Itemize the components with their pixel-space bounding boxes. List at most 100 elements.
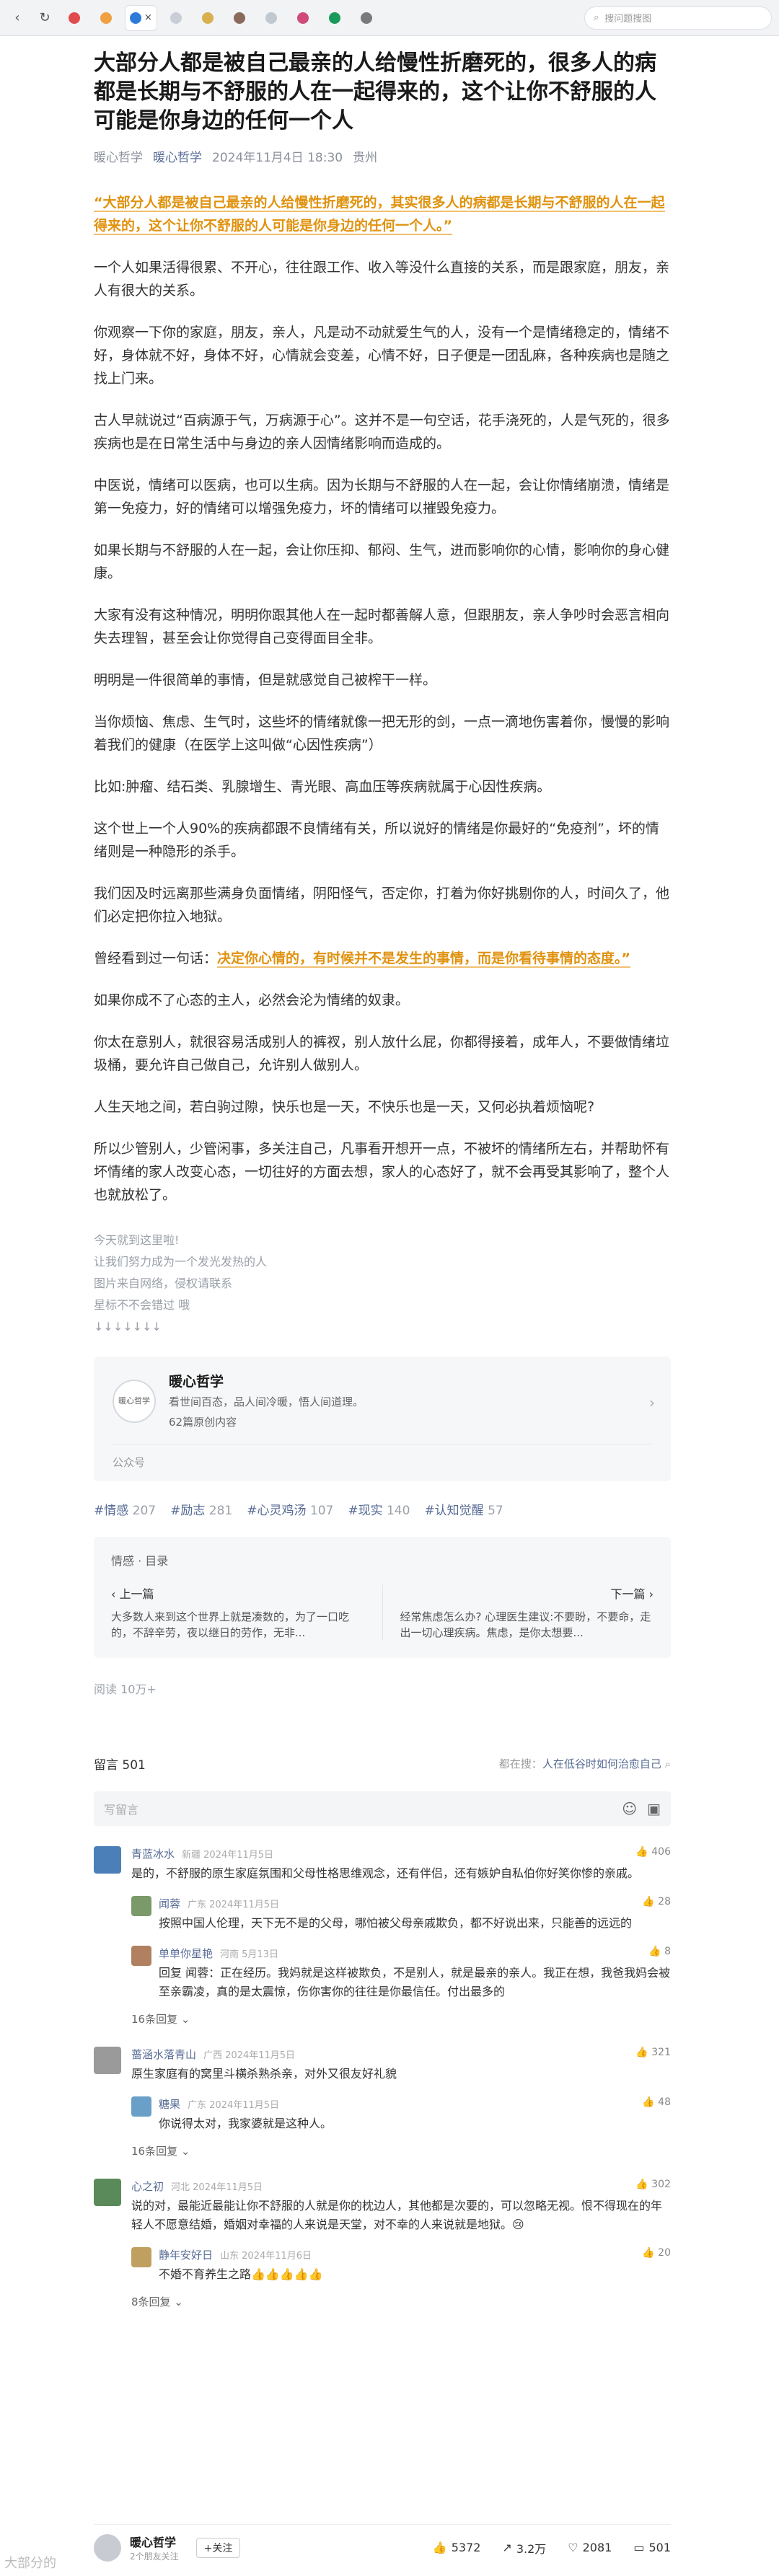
tag-item[interactable]: #情感 207 <box>94 1500 156 1518</box>
favorite-button[interactable]: ♡ 2081 <box>568 2539 612 2557</box>
tab-favicon-icon <box>360 12 372 24</box>
comment-loc: 新疆 2024年11月5日 <box>182 1850 274 1861</box>
reply-item: 糖果 广东 2024年11月5日 👍 48 你说得太对，我家婆就是这种人。 <box>131 2096 671 2133</box>
comment-body: 青蓝冰水 新疆 2024年11月5日 👍 406 是的，不舒服的原生家庭氛围和父母… <box>131 1846 671 2026</box>
comment-nick[interactable]: 蔷涵水落青山 <box>131 2048 196 2061</box>
avatar[interactable] <box>131 2096 151 2117</box>
paragraph: 如果长期与不舒服的人在一起，会让你压抑、郁闷、生气，进而影响你的心情，影响你的身… <box>94 542 670 581</box>
reply-nick[interactable]: 糖果 <box>159 2098 180 2111</box>
prev-article-link[interactable]: ‹ 上一篇 大多数人来到这个世界上就是凑数的，为了一口吃的，不辞辛劳，夜以继日的… <box>111 1584 365 1641</box>
browser-tab[interactable] <box>62 6 87 30</box>
account-card[interactable]: 暖心哲学 暖心哲学 看世间百态，品人间冷暖，悟人间道理。 62篇原创内容 › 公… <box>94 1357 671 1481</box>
article-footer: 今天就到这里啦! 让我们努力成为一个发光发热的人 图片来自网络，侵权请联系 星标… <box>94 1230 671 1338</box>
like-button[interactable]: 👍 5372 <box>433 2539 481 2557</box>
comment-top: 心之初 河北 2024年11月5日 👍 302 <box>131 2179 671 2194</box>
browser-tab[interactable] <box>322 6 347 30</box>
avatar[interactable] <box>94 2533 121 2562</box>
next-article-link[interactable]: 下一篇 › 经常焦虑怎么办? 心理医生建议:不要盼，不要命，走出一切心理疾病。焦… <box>382 1584 653 1641</box>
read-count: 阅读 10万+ <box>94 1682 157 1696</box>
browser-tab[interactable] <box>94 6 118 30</box>
footer-line: 让我们努力成为一个发光发热的人 <box>94 1255 268 1269</box>
like-count: 321 <box>651 2047 671 2058</box>
like-button[interactable]: 👍 48 <box>642 2096 671 2112</box>
search-icon[interactable]: ⌕ <box>661 1757 671 1770</box>
reply-author: 糖果 广东 2024年11月5日 <box>159 2096 279 2112</box>
like-count: 20 <box>658 2247 671 2259</box>
chevron-right-icon: › <box>649 1394 655 1411</box>
reply-top: 静年安好日 山东 2024年11月6日 👍 20 <box>159 2247 671 2262</box>
like-button[interactable]: 👍 8 <box>648 1946 671 1961</box>
thumbs-up-icon: 👍 <box>635 2047 648 2058</box>
browser-tab[interactable] <box>259 6 283 30</box>
comments-header: 留言 501 都在搜：人在低谷时如何治愈自己 ⌕ <box>94 1755 671 1773</box>
account-count: 62篇原创内容 <box>169 1416 237 1429</box>
tag-item[interactable]: #励志 281 <box>170 1500 232 1518</box>
account-link[interactable]: 暖心哲学 <box>153 147 202 165</box>
close-icon[interactable]: × <box>144 12 152 23</box>
browser-tab[interactable] <box>354 6 379 30</box>
reply-nick[interactable]: 静年安好日 <box>159 2249 213 2262</box>
browser-tab-active[interactable]: × <box>126 5 157 30</box>
back-icon[interactable]: ‹ <box>7 8 27 28</box>
more-replies-button[interactable]: 16条回复 ⌄ <box>131 2143 671 2158</box>
thumbs-up-icon: 👍 <box>642 1896 655 1907</box>
bottom-account-sub: 2个朋友关注 <box>130 2551 179 2562</box>
paragraph: 比如:肿瘤、结石类、乳腺增生、青光眼、高血压等疾病就属于心因性疾病。 <box>94 779 551 795</box>
paragraph: 当你烦恼、焦虑、生气时，这些坏的情绪就像一把无形的剑，一点一滴地伤害着你，慢慢的… <box>94 714 670 753</box>
browser-tab[interactable] <box>195 6 220 30</box>
more-replies-button[interactable]: 8条回复 ⌄ <box>131 2294 671 2309</box>
like-button[interactable]: 👍 406 <box>635 1846 671 1861</box>
publish-location: 贵州 <box>353 151 378 165</box>
avatar[interactable] <box>94 2179 121 2206</box>
like-count: 5372 <box>451 2541 481 2554</box>
comment-top: 蔷涵水落青山 广西 2024年11月5日 👍 321 <box>131 2047 671 2062</box>
paragraph: 明明是一件很简单的事情，但是就感觉自己被榨干一样。 <box>94 672 437 688</box>
tag-item[interactable]: #认知觉醒 57 <box>424 1500 503 1518</box>
tab-favicon-icon <box>130 12 141 24</box>
share-button[interactable]: ↗ 3.2万 <box>502 2539 546 2557</box>
tag-item[interactable]: #现实 140 <box>348 1500 410 1518</box>
tag-label: #心灵鸡汤 <box>247 1504 307 1518</box>
avatar[interactable] <box>94 1846 121 1874</box>
avatar[interactable] <box>131 2247 151 2267</box>
browser-toolbar: ‹ ↻ × ⌕ 搜问题搜图 <box>0 0 779 36</box>
emoji-icon[interactable]: ☺ <box>622 1800 637 1817</box>
like-button[interactable]: 👍 28 <box>642 1896 671 1911</box>
bottom-account-name[interactable]: 暖心哲学 <box>130 2533 179 2550</box>
comment-input[interactable]: 写留言 ☺ ▣ <box>94 1791 671 1826</box>
prev-text: 大多数人来到这个世界上就是凑数的，为了一口吃的，不辞辛劳，夜以继日的劳作，无非.… <box>111 1610 350 1639</box>
author-name[interactable]: 暖心哲学 <box>94 147 143 165</box>
tab-favicon-icon <box>296 12 309 24</box>
browser-search-input[interactable]: ⌕ 搜问题搜图 <box>584 6 772 30</box>
like-button[interactable]: 👍 321 <box>635 2047 671 2062</box>
refresh-icon[interactable]: ↻ <box>35 8 55 28</box>
avatar[interactable] <box>94 2047 121 2074</box>
avatar[interactable] <box>131 1896 151 1916</box>
search-suggestion-link[interactable]: 人在低谷时如何治愈自己 <box>542 1757 661 1770</box>
account-desc: 看世间百态，品人间冷暖，悟人间道理。 <box>169 1395 364 1408</box>
account-name: 暖心哲学 <box>169 1374 224 1390</box>
reply-body: 糖果 广东 2024年11月5日 👍 48 你说得太对，我家婆就是这种人。 <box>159 2096 671 2133</box>
comment-placeholder: 写留言 <box>104 1803 139 1817</box>
more-replies-button[interactable]: 16条回复 ⌄ <box>131 2011 671 2026</box>
like-button[interactable]: 👍 302 <box>635 2179 671 2194</box>
prev-label: ‹ 上一篇 <box>111 1587 154 1601</box>
comment-nick[interactable]: 心之初 <box>131 2180 164 2193</box>
collection-title[interactable]: 情感 · 目录 <box>111 1551 653 1569</box>
comment-nick[interactable]: 青蓝冰水 <box>131 1848 175 1861</box>
like-count: 48 <box>658 2096 671 2108</box>
thumbs-up-icon: 👍 <box>635 1846 648 1858</box>
browser-tab[interactable] <box>227 6 252 30</box>
browser-tab[interactable] <box>291 6 315 30</box>
image-icon[interactable]: ▣ <box>647 1800 661 1817</box>
reply-nick[interactable]: 闻蓉 <box>159 1897 180 1910</box>
like-button[interactable]: 👍 20 <box>642 2247 671 2262</box>
favorite-count: 2081 <box>582 2541 612 2554</box>
comment-author: 青蓝冰水 新疆 2024年11月5日 <box>131 1846 273 1861</box>
reply-nick[interactable]: 单单你星艳 <box>159 1947 213 1960</box>
tag-item[interactable]: #心灵鸡汤 107 <box>247 1500 333 1518</box>
browser-tab[interactable] <box>164 6 188 30</box>
avatar[interactable] <box>131 1946 151 1966</box>
comment-button[interactable]: ▭ 501 <box>633 2539 671 2557</box>
follow-button[interactable]: +关注 <box>195 2537 241 2558</box>
